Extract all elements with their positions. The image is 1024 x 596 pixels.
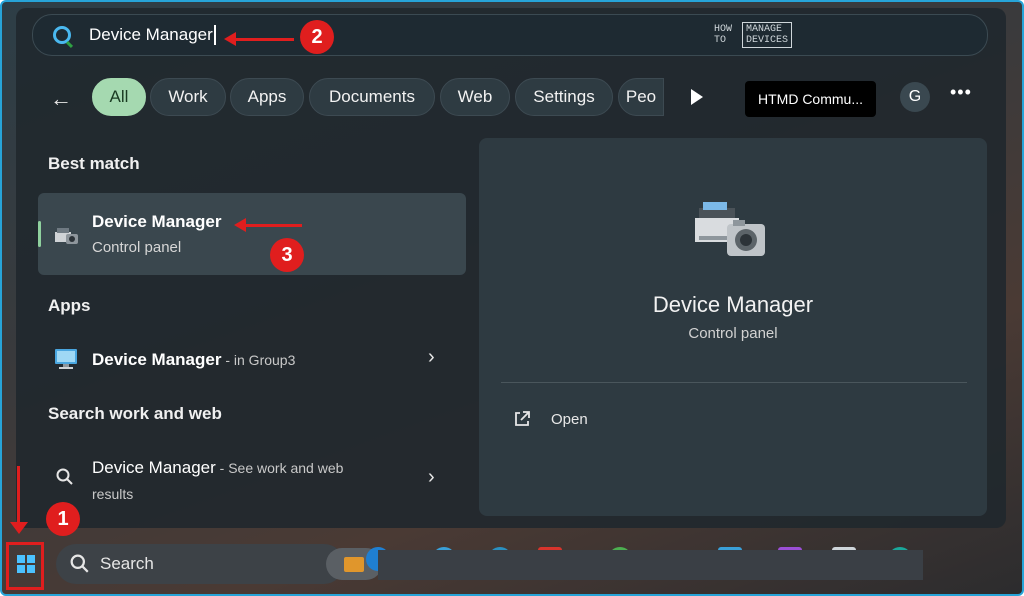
start-button[interactable] xyxy=(6,542,44,590)
annotation-badge-2: 2 xyxy=(300,20,334,54)
annotation-badge-1: 1 xyxy=(46,502,80,536)
annotation-badge-3: 3 xyxy=(270,238,304,272)
tab-work[interactable]: Work xyxy=(150,78,226,116)
web-title-text: Device Manager xyxy=(92,458,216,477)
avatar[interactable]: G xyxy=(900,82,930,112)
best-match-heading: Best match xyxy=(48,154,140,173)
apps-heading: Apps xyxy=(48,296,91,315)
tab-web[interactable]: Web xyxy=(440,78,510,116)
redacted-taskbar-area xyxy=(378,550,923,580)
tab-people[interactable]: Peo xyxy=(618,78,664,116)
search-icon xyxy=(70,554,89,573)
best-match-item[interactable]: Device Manager Control panel xyxy=(38,193,466,275)
app-result-title: Device Manager - in Group3 xyxy=(92,350,295,370)
device-manager-large-icon xyxy=(695,202,765,256)
search-icon xyxy=(56,468,73,485)
chevron-right-icon[interactable]: › xyxy=(428,346,435,369)
best-match-title: Device Manager xyxy=(92,212,222,231)
device-manager-icon xyxy=(55,228,78,244)
divider xyxy=(501,382,967,383)
brand-watermark: HOW TO MANAGE DEVICES xyxy=(714,22,810,52)
windows-icon xyxy=(17,555,35,573)
search-icon xyxy=(53,26,71,44)
play-icon[interactable] xyxy=(691,89,703,105)
arrow-left-icon[interactable]: ← xyxy=(50,86,72,112)
annotation-arrowhead xyxy=(10,522,28,534)
search-input[interactable]: Device Manager xyxy=(89,25,216,45)
brand-line2: MANAGE DEVICES xyxy=(742,22,793,48)
more-options-icon[interactable]: ••• xyxy=(950,82,972,103)
brand-line1: HOW TO xyxy=(714,24,733,46)
open-button[interactable]: Open xyxy=(513,410,588,428)
selection-accent xyxy=(38,221,41,247)
filter-tabs: ← All Work Apps Documents Web Settings P… xyxy=(50,78,990,120)
web-result-suffix: - See work and web xyxy=(215,460,344,476)
chevron-right-icon[interactable]: › xyxy=(428,466,435,489)
htmd-community-button[interactable]: HTMD Commu... xyxy=(745,81,876,117)
web-result-line2: results xyxy=(92,486,134,502)
annotation-arrow xyxy=(17,466,20,526)
preview-pane: Device Manager Control panel Open xyxy=(479,138,987,516)
screenshot-frame: Device Manager HOW TO MANAGE DEVICES ← A… xyxy=(0,0,1024,596)
app-title-text: Device Manager xyxy=(92,350,222,369)
preview-title: Device Manager xyxy=(652,292,814,317)
taskbar-search-label: Search xyxy=(100,554,154,573)
device-manager-app-icon xyxy=(55,349,77,369)
annotation-arrow xyxy=(224,32,294,46)
taskbar-search[interactable]: Search xyxy=(56,544,382,584)
open-external-icon xyxy=(515,411,530,426)
best-match-subtitle: Control panel xyxy=(92,239,182,256)
search-bar[interactable]: Device Manager xyxy=(32,14,988,56)
search-web-heading: Search work and web xyxy=(48,404,222,423)
tab-documents[interactable]: Documents xyxy=(309,78,435,116)
tab-apps[interactable]: Apps xyxy=(230,78,304,116)
preview-subtitle: Control panel xyxy=(688,325,778,342)
web-result-title: Device Manager - See work and web xyxy=(92,458,343,478)
app-result-suffix: - in Group3 xyxy=(221,352,296,368)
tab-settings[interactable]: Settings xyxy=(515,78,613,116)
tab-all[interactable]: All xyxy=(92,78,146,116)
open-label: Open xyxy=(551,410,588,428)
annotation-arrow xyxy=(234,218,302,232)
